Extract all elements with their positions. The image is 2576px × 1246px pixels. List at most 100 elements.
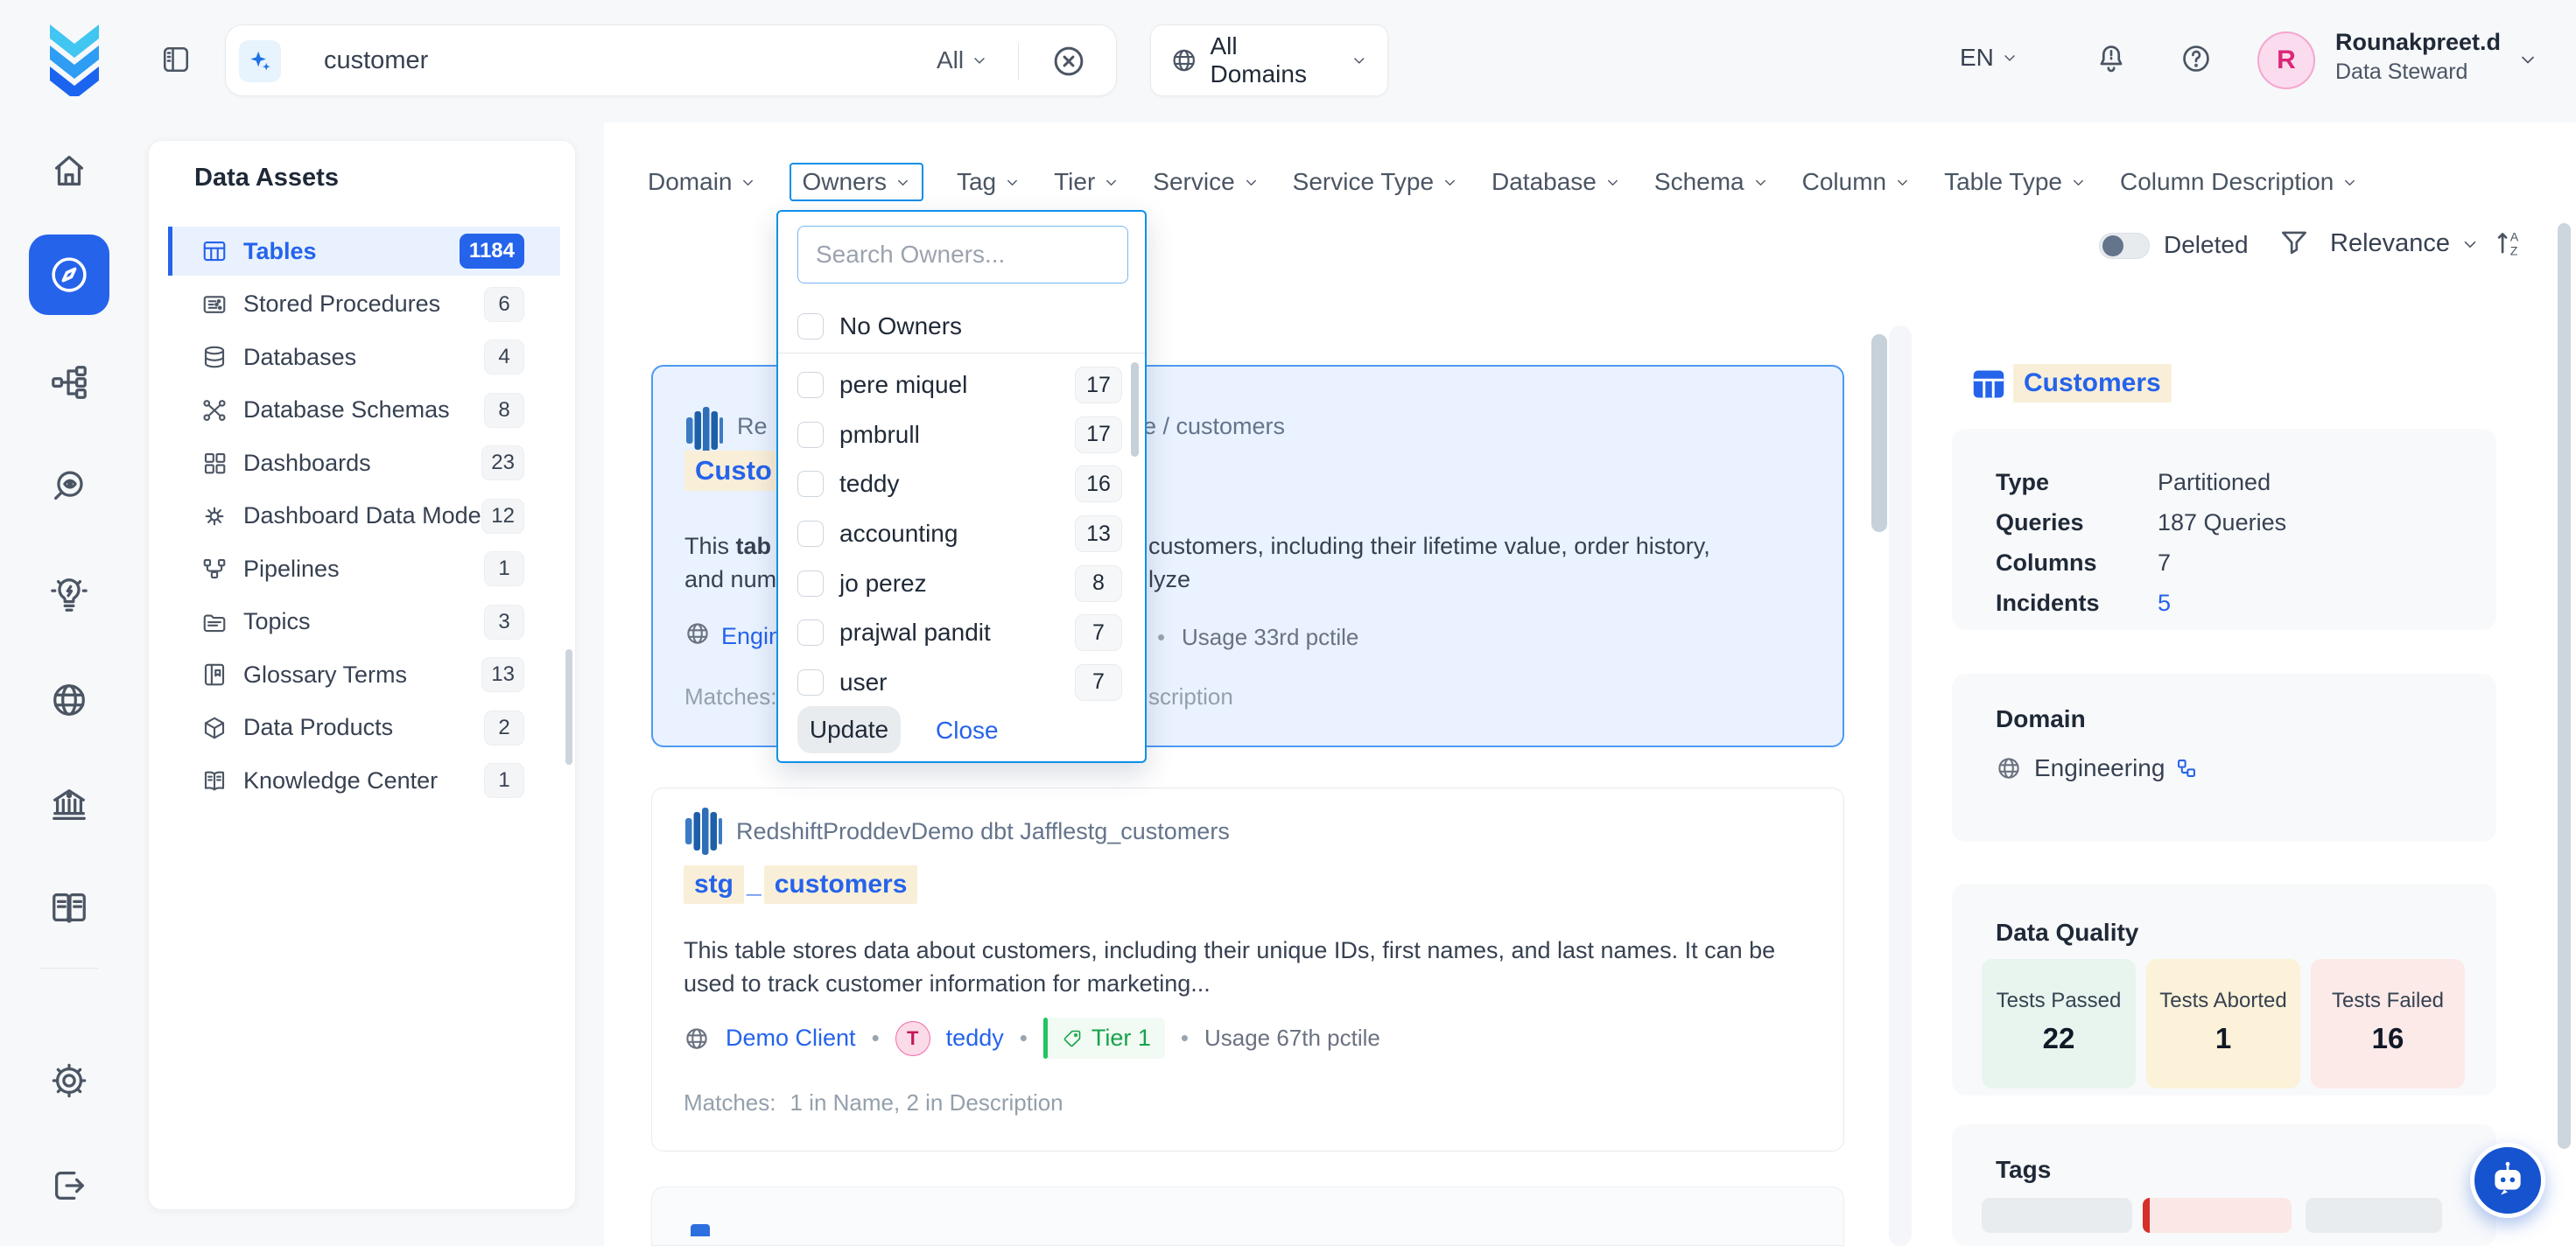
notifications-bell-icon[interactable] [2095,42,2128,75]
nav-govern-icon[interactable] [49,785,89,825]
checkbox[interactable] [797,521,824,547]
tests-aborted-tile[interactable]: Tests Aborted 1 [2146,959,2300,1088]
asset-item-data-products[interactable]: Data Products 2 [149,702,575,755]
result-title[interactable]: stg _ customers [684,865,917,904]
breadcrumb-segment[interactable]: Demo dbt Jaffle [911,818,1077,844]
nav-flow-icon[interactable] [49,362,89,402]
global-search-bar[interactable]: All [225,24,1117,96]
filter-chip[interactable]: Database [1492,163,1621,201]
asset-item-database-schemas[interactable]: Database Schemas 8 [149,384,575,438]
domain-link[interactable]: Demo Client [726,1025,856,1052]
all-domains-dropdown[interactable]: All Domains [1150,24,1388,96]
tests-failed-tile[interactable]: Tests Failed 16 [2311,959,2465,1088]
owner-option[interactable]: No Owners [778,299,1145,354]
asset-item-dashboard-data-models[interactable]: Dashboard Data Models 12 [149,490,575,543]
checkbox[interactable] [797,422,824,448]
checkbox[interactable] [797,669,824,696]
dropdown-scrollbar-thumb[interactable] [1131,362,1139,457]
checkbox[interactable] [797,372,824,398]
close-button[interactable]: Close [936,717,999,745]
help-icon[interactable] [2179,42,2213,75]
deleted-toggle[interactable] [2099,233,2150,259]
sort-az-icon[interactable]: A Z [2493,226,2526,259]
breadcrumb-segment[interactable]: stg_customers [1076,818,1230,844]
sidebar-toggle-icon[interactable] [160,44,192,75]
nav-insights-icon[interactable] [49,574,89,614]
user-avatar[interactable]: R [2257,32,2315,89]
owner-option[interactable]: accounting 13 [778,509,1145,559]
tag-chip[interactable] [2306,1198,2442,1233]
filter-funnel-icon[interactable] [2278,226,2311,259]
asset-item-databases[interactable]: Databases 4 [149,331,575,384]
hierarchy-link-icon[interactable] [2177,759,2196,778]
language-selector[interactable]: EN [1960,44,2018,72]
result-card-stg-customers[interactable]: RedshiftProddevDemo dbt Jafflestg_custom… [651,788,1844,1152]
update-button[interactable]: Update [797,706,901,753]
domain-link[interactable]: Engin [721,623,782,650]
breadcrumb-fragment-right[interactable]: e / customers [1143,413,1285,440]
nav-discovery-icon[interactable] [49,466,89,507]
asset-item-dashboards[interactable]: Dashboards 23 [149,437,575,490]
result-title[interactable]: Custo [684,451,783,491]
filter-chip[interactable]: Column Description [2120,163,2358,201]
checkbox[interactable] [797,313,824,340]
nav-domains-icon[interactable] [49,680,89,720]
checkbox[interactable] [797,570,824,597]
domain-value[interactable]: Engineering [2034,754,2165,782]
tests-passed-tile[interactable]: Tests Passed 22 [1982,959,2136,1088]
asset-item-stored-procedures[interactable]: Stored Procedures 6 [149,278,575,332]
filter-chip[interactable]: Schema [1654,163,1769,201]
breadcrumb-segment[interactable]: RedshiftProd [736,818,873,844]
filter-chip[interactable]: Service Type [1293,163,1458,201]
breadcrumb-fragment-left[interactable]: Re [737,413,768,440]
owner-option[interactable]: jo perez 8 [778,558,1145,608]
owner-link[interactable]: teddy [946,1025,1004,1052]
breadcrumb[interactable]: RedshiftProddevDemo dbt Jafflestg_custom… [736,818,1230,845]
openmetadata-logo[interactable] [43,23,106,96]
breadcrumb-segment[interactable]: dev [873,818,911,844]
page-scrollbar-thumb[interactable] [2558,223,2571,1149]
tier-badge[interactable]: Tier 1 [1043,1018,1165,1059]
owner-option[interactable]: user 7 [778,658,1145,708]
tag-chip-tier[interactable] [2143,1198,2292,1233]
owner-avatar[interactable]: T [895,1021,930,1056]
asset-item-pipelines[interactable]: Pipelines 1 [149,542,575,596]
chat-bot-button[interactable] [2470,1143,2545,1218]
filter-chip[interactable]: Column [1802,163,1911,201]
sort-dropdown[interactable]: Relevance [2330,229,2480,258]
panel-scrollbar-thumb[interactable] [565,649,572,765]
clear-search-icon[interactable] [1050,43,1087,80]
nav-explore-active[interactable] [29,234,109,315]
ai-sparkle-icon[interactable] [239,40,281,82]
panel-entity-title[interactable]: Customers [2013,364,2172,402]
asset-item-knowledge-center[interactable]: Knowledge Center 1 [149,754,575,808]
asset-item-glossary-terms[interactable]: Glossary Terms 13 [149,648,575,702]
owner-option[interactable]: prajwal pandit 7 [778,608,1145,658]
settings-gear-icon[interactable] [49,1060,89,1101]
owner-option[interactable]: pmbrull 17 [778,410,1145,460]
filter-chip[interactable]: Domain [648,163,756,201]
filter-chip[interactable]: Service [1153,163,1259,201]
filter-chip[interactable]: Table Type [1944,163,2087,201]
nav-knowledge-icon[interactable] [49,888,89,928]
checkbox[interactable] [797,471,824,497]
owners-search-input[interactable] [797,226,1128,284]
filter-chip[interactable]: Tag [957,163,1021,201]
user-menu-chevron-icon[interactable] [2517,49,2538,70]
filter-chip[interactable]: Tier [1054,163,1120,201]
asset-item-tables[interactable]: Tables 1184 [149,225,575,278]
search-scope-dropdown[interactable]: All [937,46,988,74]
search-input[interactable] [324,25,902,95]
owner-option[interactable]: pere miquel 17 [778,360,1145,410]
asset-item-topics[interactable]: Topics 3 [149,596,575,649]
checkbox[interactable] [797,620,824,646]
results-scrollbar-track[interactable] [1889,326,1912,1246]
filter-chip[interactable]: Owners [790,163,923,201]
owner-option[interactable]: teddy 16 [778,459,1145,509]
tag-chip[interactable] [1982,1198,2132,1233]
results-scrollbar-thumb[interactable] [1871,334,1887,532]
nav-home-icon[interactable] [49,150,89,191]
result-card-partial[interactable] [651,1186,1844,1246]
logout-icon[interactable] [49,1166,89,1206]
description-fragment: This tab [684,529,771,563]
